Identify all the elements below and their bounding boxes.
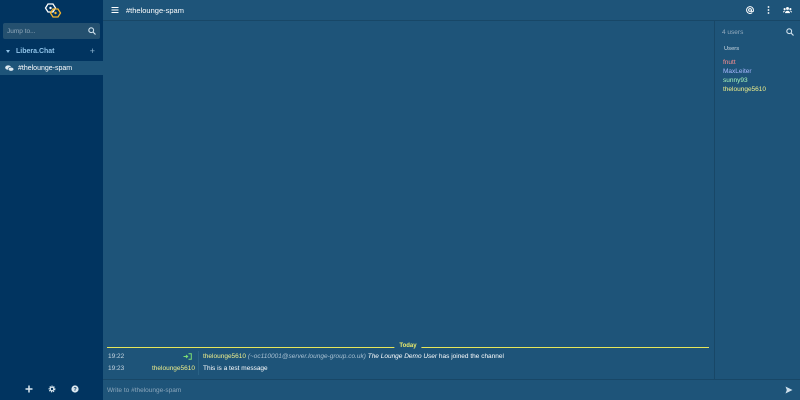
- message-separator: [198, 351, 199, 363]
- message-time: 19:23: [108, 365, 125, 372]
- message-nick[interactable]: thelounge5610: [133, 365, 195, 372]
- channel-item-thelounge-spam[interactable]: #thelounge-spam: [0, 61, 103, 75]
- jump-to-input[interactable]: [7, 23, 85, 39]
- join-arrow-icon: [183, 353, 192, 360]
- channel-label: #thelounge-spam: [18, 64, 73, 72]
- more-icon[interactable]: [764, 5, 773, 15]
- message-time: 19:22: [108, 353, 125, 360]
- user-list: fnutt MaxLeiter sunny93 thelounge5610: [723, 58, 766, 94]
- network-item[interactable]: Libera.Chat +: [0, 45, 103, 58]
- date-marker-label: Today: [394, 343, 422, 349]
- help-icon[interactable]: ?: [70, 384, 80, 394]
- message-realname: The Lounge Demo User: [367, 353, 438, 360]
- search-icon[interactable]: [88, 27, 96, 35]
- message-text: This is a test message: [203, 365, 268, 372]
- send-icon[interactable]: [785, 386, 793, 394]
- user-item[interactable]: MaxLeiter: [723, 67, 766, 76]
- user-count: 4 users: [722, 29, 744, 36]
- menu-icon[interactable]: [111, 6, 119, 14]
- add-channel-icon[interactable]: +: [90, 46, 95, 56]
- search-icon[interactable]: [786, 28, 794, 36]
- chevron-down-icon[interactable]: [6, 50, 10, 53]
- message-input[interactable]: [107, 384, 767, 397]
- logo[interactable]: [0, 0, 103, 22]
- header-actions: [745, 5, 792, 15]
- chat-bubbles-icon: [5, 64, 14, 71]
- mentions-icon[interactable]: [745, 5, 754, 15]
- plus-icon[interactable]: [24, 384, 34, 394]
- userlist-panel: 4 users Users fnutt MaxLeiter sunny93 th…: [714, 21, 800, 379]
- channel-header: #thelounge-spam: [103, 0, 800, 21]
- users-heading: Users: [724, 46, 740, 52]
- users-icon[interactable]: [783, 5, 792, 15]
- message-input-bar: [103, 379, 800, 400]
- message-separator: [198, 363, 199, 375]
- sidebar-footer: ?: [0, 383, 103, 395]
- network-name: Libera.Chat: [16, 48, 55, 55]
- thelounge-logo-icon: [44, 3, 61, 18]
- message-row-join: 19:22 thelounge5610 (~oc110001@server.lo…: [103, 351, 714, 363]
- user-item[interactable]: thelounge5610: [723, 85, 766, 94]
- message-text: has joined the channel: [438, 353, 504, 360]
- gear-icon[interactable]: [47, 384, 57, 394]
- user-item[interactable]: sunny93: [723, 76, 766, 85]
- message-row: 19:23 thelounge5610 This is a test messa…: [103, 363, 714, 375]
- jump-to-box: [3, 23, 100, 39]
- channel-title: #thelounge-spam: [126, 6, 184, 15]
- message-nick[interactable]: thelounge5610: [203, 353, 246, 360]
- date-marker: Today: [107, 343, 709, 351]
- message-hostmask: (~oc110001@server.lounge-group.co.uk): [247, 353, 366, 360]
- sidebar: Libera.Chat + #thelounge-spam ?: [0, 0, 103, 400]
- chat-messages: Today 19:22 thelounge5610 (~oc110001@ser…: [103, 21, 714, 379]
- user-item[interactable]: fnutt: [723, 58, 766, 67]
- message-content: thelounge5610 (~oc110001@server.lounge-g…: [203, 353, 504, 360]
